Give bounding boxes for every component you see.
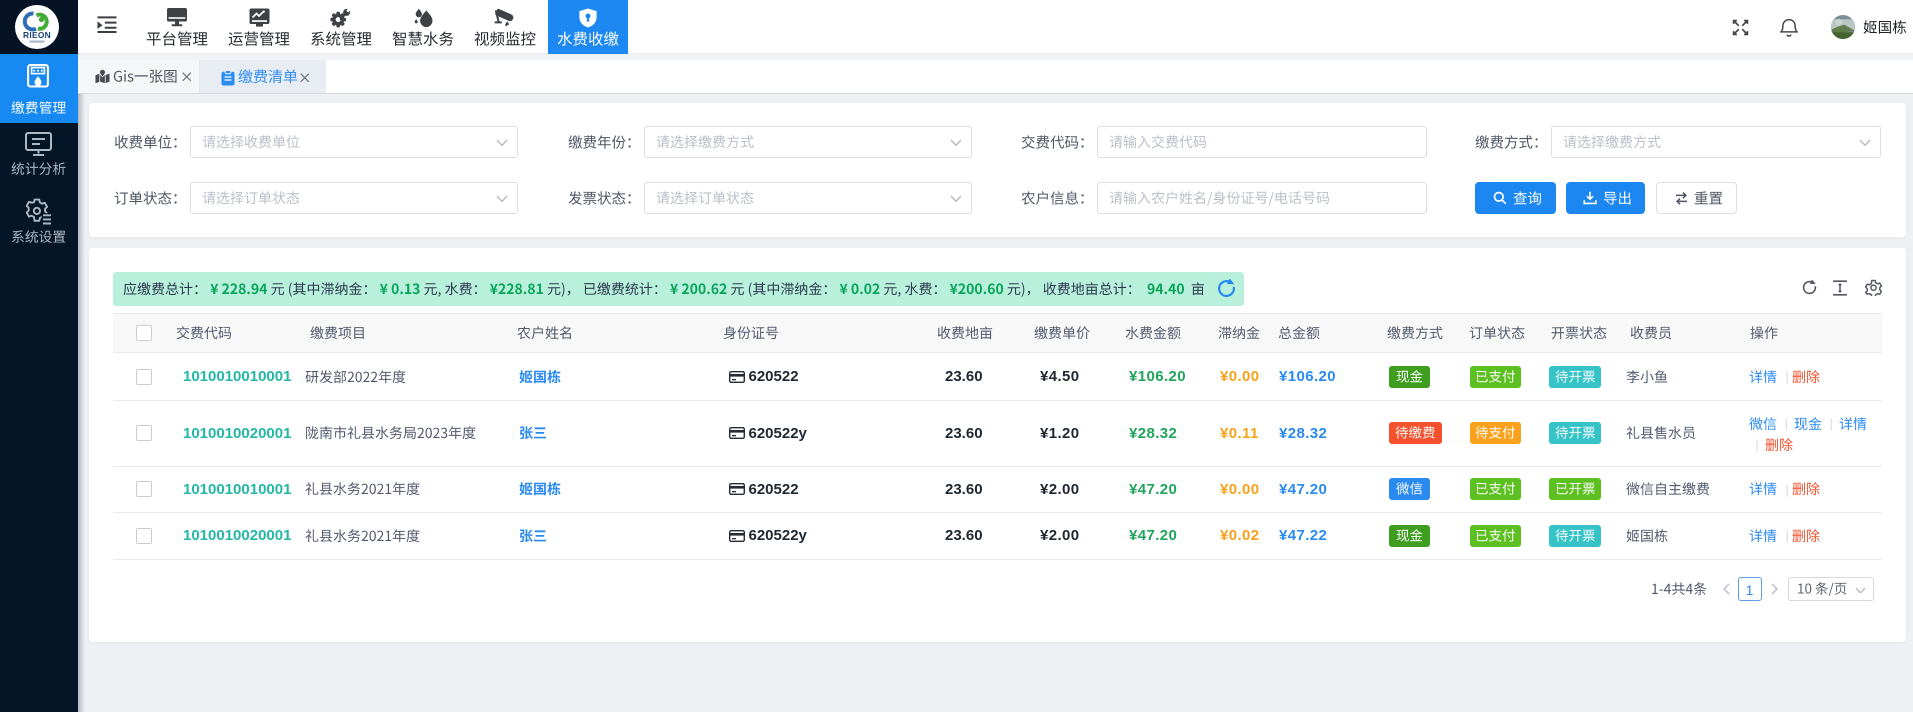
svg-text:RIEON: RIEON [22,30,50,40]
